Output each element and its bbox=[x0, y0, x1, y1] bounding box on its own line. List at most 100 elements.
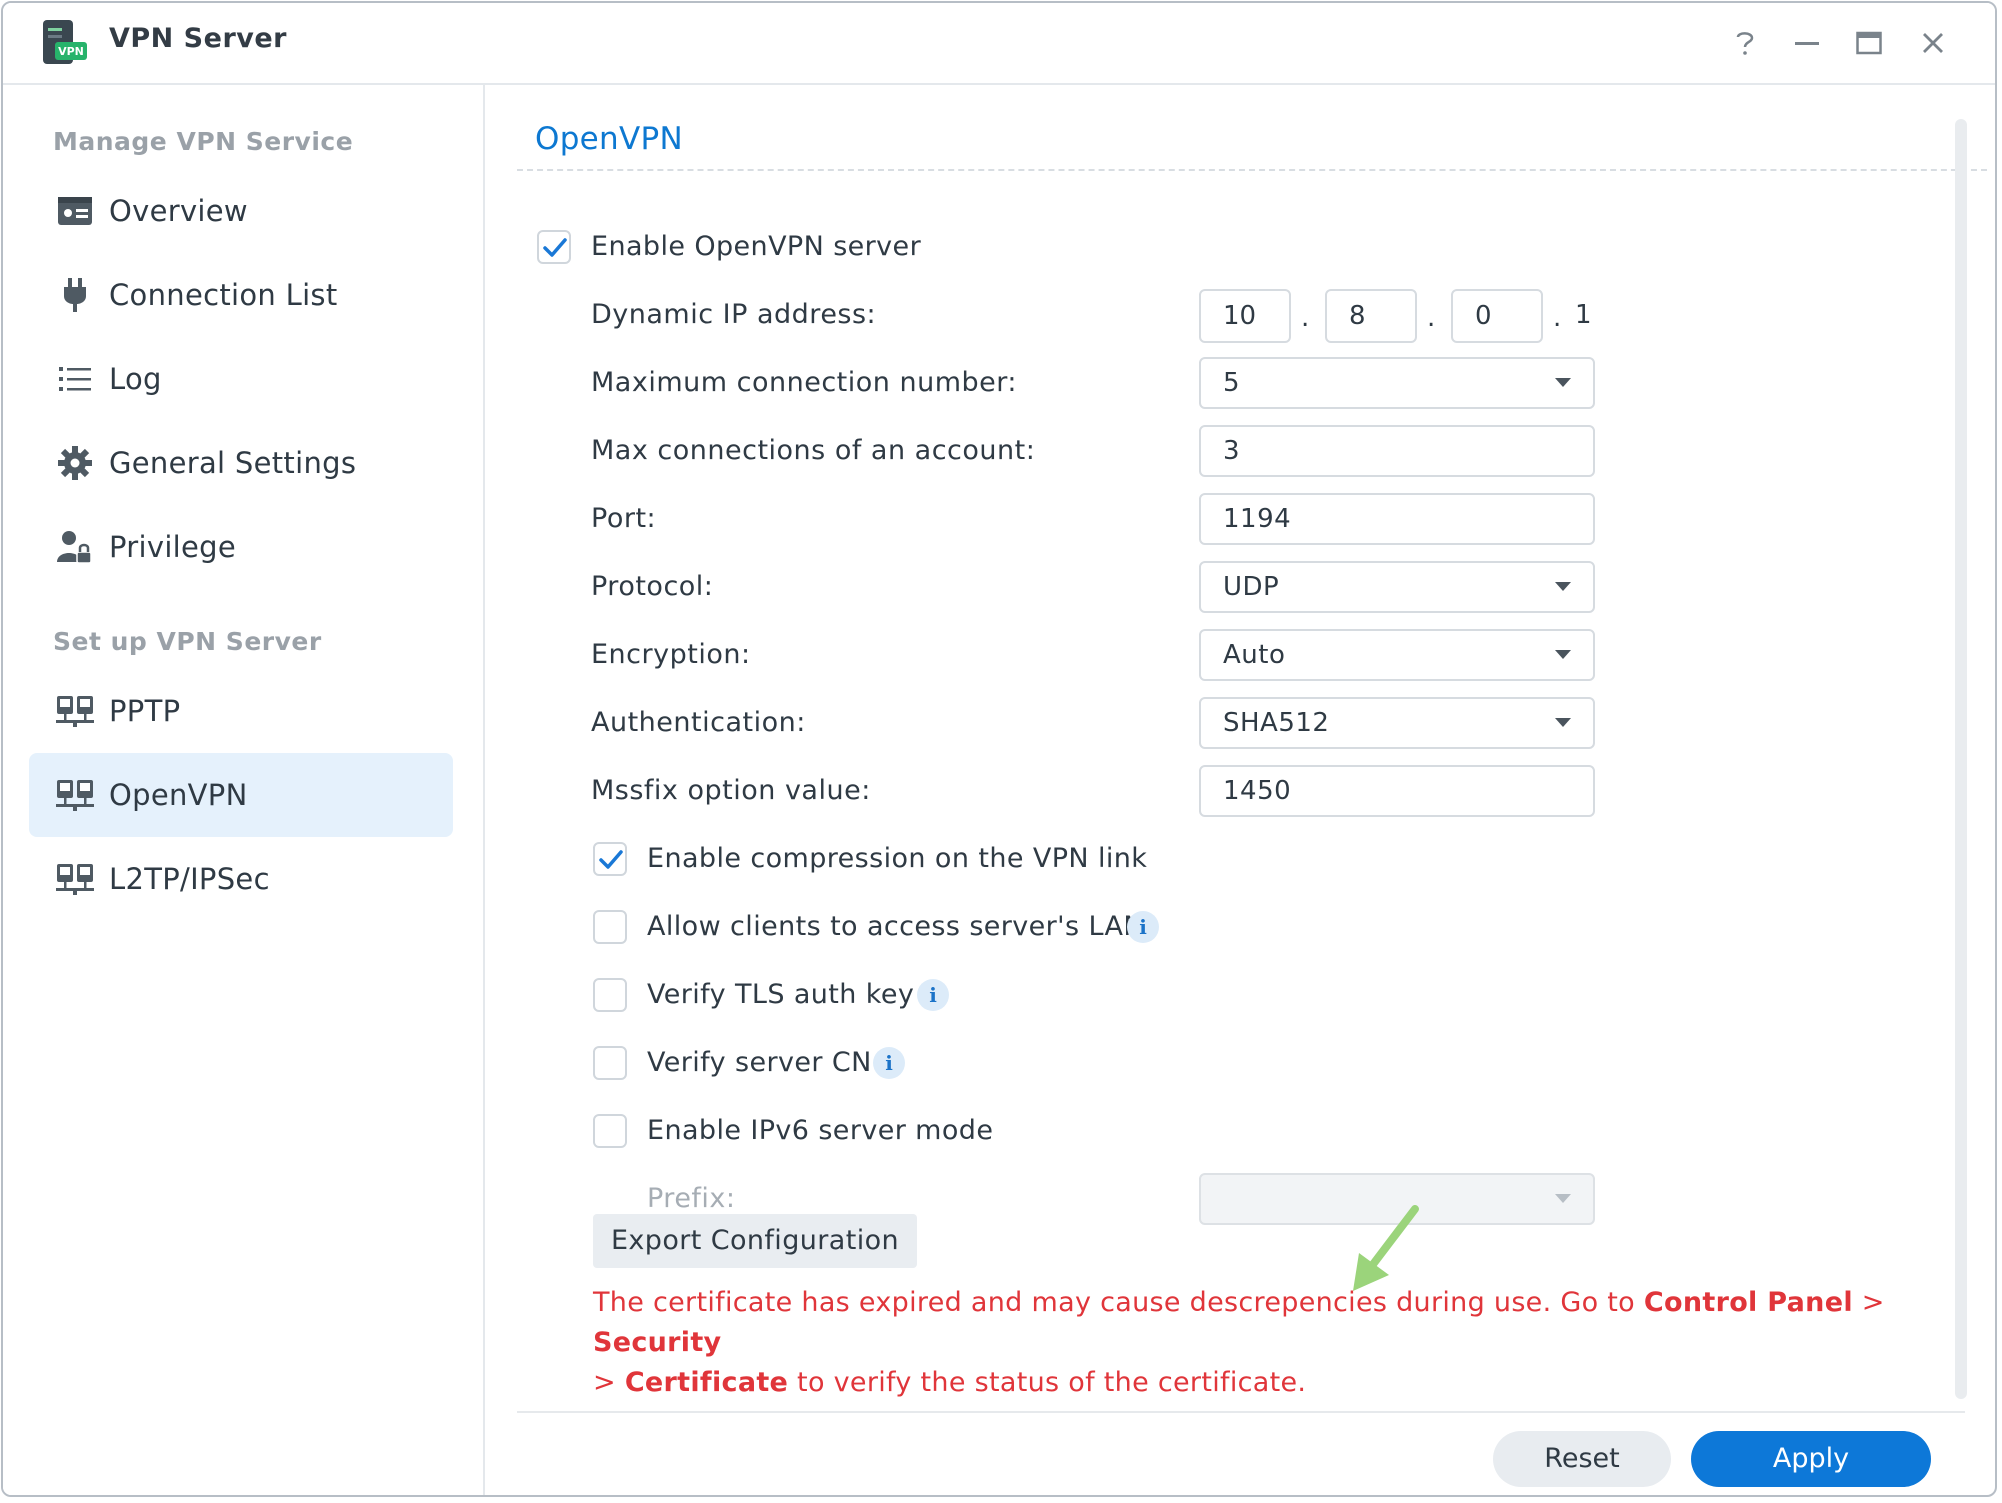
encryption-value: Auto bbox=[1223, 640, 1286, 670]
compression-row: Enable compression on the VPN link bbox=[485, 829, 1995, 889]
chevron-down-icon bbox=[1555, 718, 1571, 727]
minimize-icon[interactable] bbox=[1789, 25, 1825, 61]
help-icon[interactable] bbox=[1727, 25, 1763, 61]
overview-card-icon bbox=[55, 191, 95, 231]
port-input[interactable]: 1194 bbox=[1199, 493, 1595, 545]
ip-octet-2-input[interactable]: 8 bbox=[1325, 289, 1417, 343]
enable-openvpn-checkbox[interactable] bbox=[537, 230, 571, 264]
authentication-label: Authentication: bbox=[591, 707, 806, 738]
ipv6-label: Enable IPv6 server mode bbox=[647, 1115, 994, 1146]
apply-button[interactable]: Apply bbox=[1691, 1431, 1931, 1487]
sidebar-item-label: Privilege bbox=[109, 530, 237, 564]
security-link[interactable]: Security bbox=[593, 1327, 721, 1358]
verify-tls-row: Verify TLS auth key i bbox=[485, 965, 1995, 1025]
maximize-icon[interactable] bbox=[1851, 25, 1887, 61]
encryption-row: Encryption: Auto bbox=[485, 625, 1995, 685]
sidebar-item-general-settings[interactable]: General Settings bbox=[29, 421, 453, 505]
verify-tls-checkbox[interactable] bbox=[593, 978, 627, 1012]
vpn-server-app-icon: VPN bbox=[41, 20, 89, 66]
chevron-down-icon bbox=[1555, 1194, 1571, 1203]
sidebar-item-overview[interactable]: Overview bbox=[29, 169, 453, 253]
protocol-row: Protocol: UDP bbox=[485, 557, 1995, 617]
allow-lan-row: Allow clients to access server's LAN i bbox=[485, 897, 1995, 957]
sidebar-item-label: Log bbox=[109, 362, 162, 396]
network-icon bbox=[55, 859, 95, 899]
encryption-select[interactable]: Auto bbox=[1199, 629, 1595, 681]
certificate-warning: The certificate has expired and may caus… bbox=[593, 1283, 1995, 1403]
footer-divider bbox=[517, 1411, 1965, 1413]
ip-dot: . bbox=[1553, 303, 1562, 333]
sidebar-item-log[interactable]: Log bbox=[29, 337, 453, 421]
chevron-down-icon bbox=[1555, 378, 1571, 387]
ip-dot: . bbox=[1427, 303, 1436, 333]
chevron-down-icon bbox=[1555, 582, 1571, 591]
sidebar-item-connection-list[interactable]: Connection List bbox=[29, 253, 453, 337]
window-title: VPN Server bbox=[109, 23, 287, 54]
title-bar: VPN VPN Server bbox=[3, 3, 1995, 85]
mssfix-row: Mssfix option value: 1450 bbox=[485, 761, 1995, 821]
protocol-label: Protocol: bbox=[591, 571, 714, 602]
sidebar-item-label: Overview bbox=[109, 194, 248, 228]
ip-octet-1-input[interactable]: 10 bbox=[1199, 289, 1291, 343]
vpn-server-window: VPN VPN Server Manage VPN Service Overvi… bbox=[1, 1, 1997, 1497]
sidebar-item-pptp[interactable]: PPTP bbox=[29, 669, 453, 753]
sidebar-item-label: General Settings bbox=[109, 446, 357, 480]
export-configuration-button[interactable]: Export Configuration bbox=[593, 1214, 917, 1268]
authentication-value: SHA512 bbox=[1223, 708, 1330, 738]
dynamic-ip-row: Dynamic IP address: 10 . 8 . 0 . 1 bbox=[485, 285, 1995, 345]
close-icon[interactable] bbox=[1915, 25, 1951, 61]
max-account-connection-input[interactable]: 3 bbox=[1199, 425, 1595, 477]
max-connection-value: 5 bbox=[1223, 368, 1241, 398]
verify-cn-checkbox[interactable] bbox=[593, 1046, 627, 1080]
warning-text: The certificate has expired and may caus… bbox=[593, 1287, 1644, 1318]
page-title: OpenVPN bbox=[535, 121, 683, 157]
port-row: Port: 1194 bbox=[485, 489, 1995, 549]
sidebar-item-privilege[interactable]: Privilege bbox=[29, 505, 453, 589]
sidebar-item-label: L2TP/IPSec bbox=[109, 862, 270, 896]
plug-icon bbox=[55, 275, 95, 315]
warning-text-end: to verify the status of the certificate. bbox=[788, 1367, 1307, 1398]
sidebar-item-l2tp-ipsec[interactable]: L2TP/IPSec bbox=[29, 837, 453, 921]
max-connection-row: Maximum connection number: 5 bbox=[485, 353, 1995, 413]
gear-icon bbox=[55, 443, 95, 483]
title-divider bbox=[517, 169, 1987, 171]
dynamic-ip-label: Dynamic IP address: bbox=[591, 299, 877, 330]
chevron-down-icon bbox=[1555, 650, 1571, 659]
sidebar-section-manage: Manage VPN Service bbox=[53, 127, 354, 156]
certificate-link[interactable]: Certificate bbox=[625, 1367, 788, 1398]
max-account-connection-row: Max connections of an account: 3 bbox=[485, 421, 1995, 481]
reset-button[interactable]: Reset bbox=[1493, 1431, 1671, 1487]
max-connection-label: Maximum connection number: bbox=[591, 367, 1017, 398]
sidebar-section-setup: Set up VPN Server bbox=[53, 627, 322, 656]
sidebar-item-label: OpenVPN bbox=[109, 778, 248, 812]
protocol-value: UDP bbox=[1223, 572, 1280, 602]
enable-openvpn-row: Enable OpenVPN server bbox=[485, 217, 1995, 277]
breadcrumb-separator: > bbox=[593, 1367, 625, 1398]
authentication-row: Authentication: SHA512 bbox=[485, 693, 1995, 753]
verify-cn-row: Verify server CN i bbox=[485, 1033, 1995, 1093]
allow-lan-label: Allow clients to access server's LAN bbox=[647, 911, 1144, 942]
ipv6-checkbox[interactable] bbox=[593, 1114, 627, 1148]
main-content: OpenVPN Enable OpenVPN server Dynamic IP… bbox=[485, 85, 1995, 1495]
mssfix-input[interactable]: 1450 bbox=[1199, 765, 1595, 817]
info-icon[interactable]: i bbox=[917, 979, 949, 1011]
sidebar-item-openvpn[interactable]: OpenVPN bbox=[29, 753, 453, 837]
mssfix-label: Mssfix option value: bbox=[591, 775, 871, 806]
compression-checkbox[interactable] bbox=[593, 842, 627, 876]
network-icon bbox=[55, 691, 95, 731]
app-icon-badge: VPN bbox=[58, 45, 84, 58]
ipv6-row: Enable IPv6 server mode bbox=[485, 1101, 1995, 1161]
ip-octet-3-input[interactable]: 0 bbox=[1451, 289, 1543, 343]
info-icon[interactable]: i bbox=[873, 1047, 905, 1079]
max-account-connection-label: Max connections of an account: bbox=[591, 435, 1036, 466]
info-icon[interactable]: i bbox=[1127, 911, 1159, 943]
sidebar-item-label: Connection List bbox=[109, 278, 338, 312]
protocol-select[interactable]: UDP bbox=[1199, 561, 1595, 613]
port-label: Port: bbox=[591, 503, 657, 534]
control-panel-link[interactable]: Control Panel bbox=[1644, 1287, 1853, 1318]
authentication-select[interactable]: SHA512 bbox=[1199, 697, 1595, 749]
verify-cn-label: Verify server CN bbox=[647, 1047, 872, 1078]
user-lock-icon bbox=[55, 527, 95, 567]
max-connection-select[interactable]: 5 bbox=[1199, 357, 1595, 409]
allow-lan-checkbox[interactable] bbox=[593, 910, 627, 944]
